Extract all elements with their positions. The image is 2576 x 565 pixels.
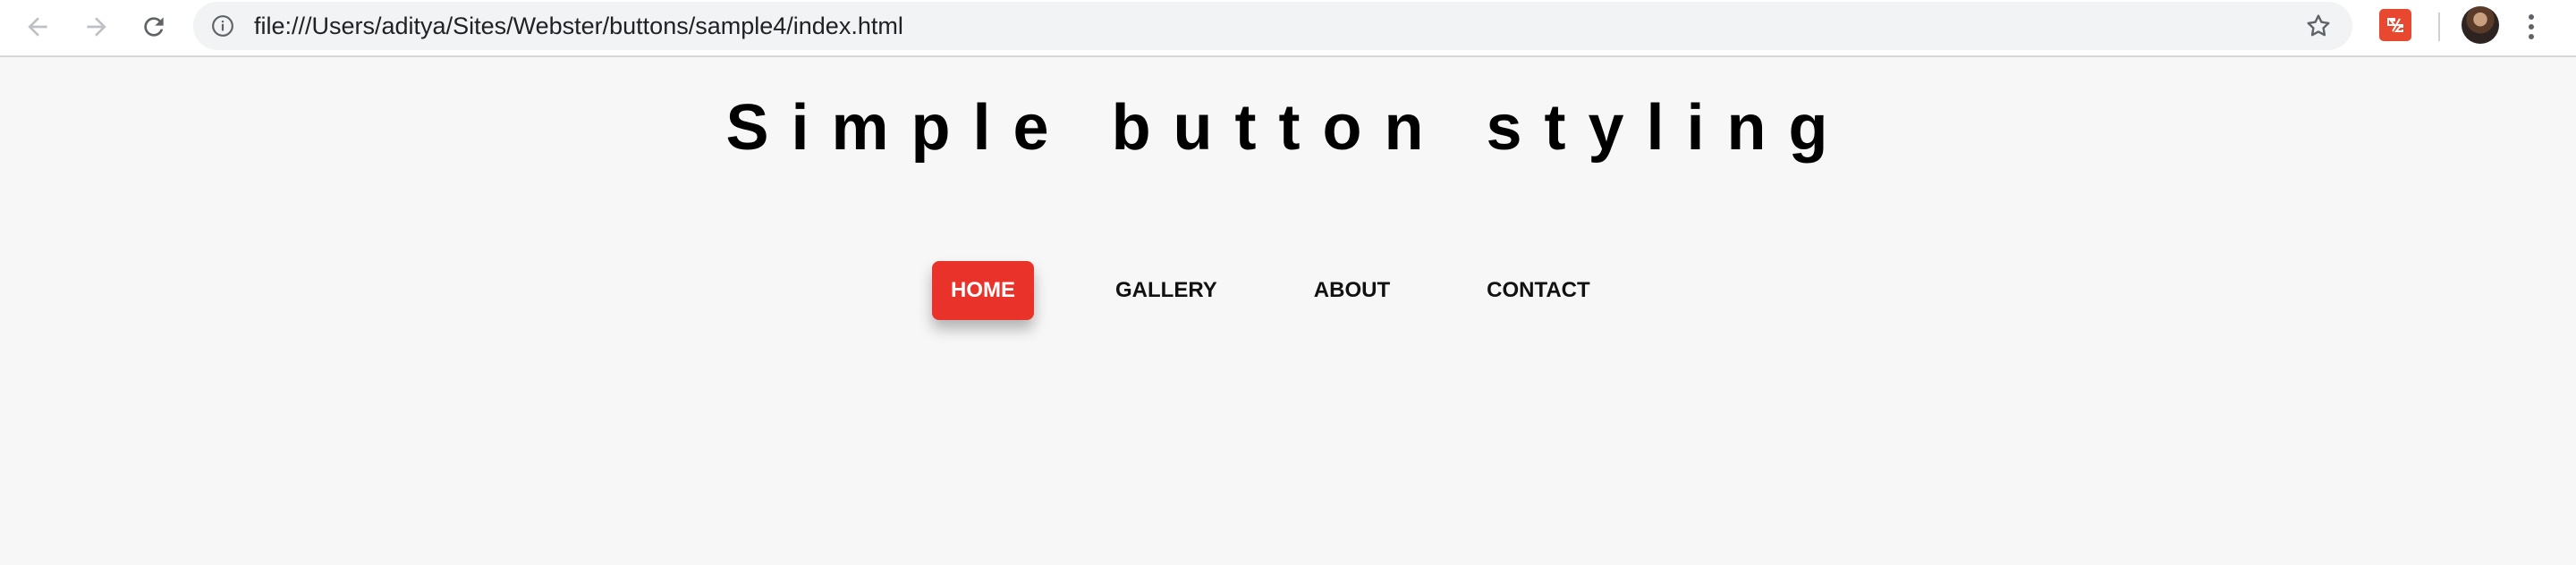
avatar[interactable] bbox=[2462, 6, 2499, 44]
nav-contact-button[interactable]: CONTACT bbox=[1468, 261, 1609, 320]
extension-icon[interactable] bbox=[2379, 9, 2411, 41]
nav-menu: HOME GALLERY ABOUT CONTACT bbox=[932, 261, 1609, 320]
star-icon[interactable] bbox=[2304, 12, 2333, 40]
back-arrow-icon bbox=[28, 17, 47, 37]
page-title: Simple button styling bbox=[725, 92, 1851, 164]
url-text[interactable]: file:///Users/aditya/Sites/Webster/butto… bbox=[254, 2, 903, 50]
page-content: Simple button styling HOME GALLERY ABOUT… bbox=[0, 59, 2576, 565]
reload-icon bbox=[144, 17, 164, 37]
kebab-menu-icon[interactable] bbox=[2522, 9, 2540, 45]
toolbar-divider bbox=[2438, 13, 2440, 41]
address-bar[interactable]: file:///Users/aditya/Sites/Webster/butto… bbox=[193, 2, 2352, 50]
nav-home-button[interactable]: HOME bbox=[932, 261, 1034, 320]
nav-gallery-button[interactable]: GALLERY bbox=[1097, 261, 1236, 320]
forward-button[interactable] bbox=[77, 7, 116, 46]
extension-glyph-icon bbox=[2387, 18, 2403, 32]
browser-toolbar: file:///Users/aditya/Sites/Webster/butto… bbox=[0, 0, 2576, 57]
info-icon[interactable] bbox=[211, 14, 234, 38]
back-button[interactable] bbox=[18, 7, 57, 46]
reload-button[interactable] bbox=[134, 7, 174, 46]
nav-about-button[interactable]: ABOUT bbox=[1295, 261, 1409, 320]
forward-arrow-icon bbox=[87, 17, 106, 37]
